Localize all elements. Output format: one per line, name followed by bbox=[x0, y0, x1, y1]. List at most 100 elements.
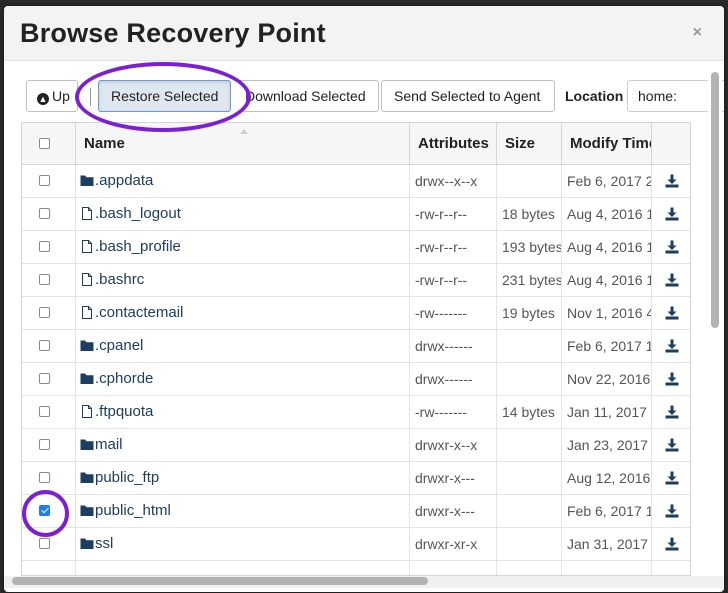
folder-icon bbox=[80, 502, 95, 519]
select-all-checkbox[interactable] bbox=[39, 138, 50, 149]
table-row[interactable]: .ftpquota -rw------- 14 bytes Jan 11, 2017 bbox=[22, 396, 690, 429]
row-checkbox[interactable] bbox=[39, 274, 50, 285]
row-checkbox-cell bbox=[22, 495, 76, 527]
file-name[interactable]: .appdata bbox=[95, 172, 153, 189]
folder-icon bbox=[80, 436, 95, 453]
file-icon bbox=[80, 205, 95, 222]
file-name[interactable]: .bashrc bbox=[95, 271, 144, 288]
toolbar: ▲ Up Restore Selected Download Selected S… bbox=[4, 76, 724, 118]
file-table: Name Attributes Size Modify Time .appdat… bbox=[21, 122, 691, 576]
column-header-download bbox=[652, 123, 690, 164]
row-checkbox-cell bbox=[22, 297, 76, 329]
file-name[interactable]: public_html bbox=[95, 502, 171, 519]
row-checkbox[interactable] bbox=[39, 373, 50, 384]
folder-icon bbox=[80, 535, 95, 552]
size-cell: 19 bytes bbox=[497, 297, 562, 329]
file-name-cell[interactable]: mail bbox=[76, 429, 410, 461]
column-header-size[interactable]: Size bbox=[497, 123, 562, 164]
file-name[interactable]: .bash_profile bbox=[95, 238, 181, 255]
modify-time-cell: Feb 6, 2017 1 bbox=[562, 495, 652, 527]
row-checkbox[interactable] bbox=[39, 340, 50, 351]
file-name-cell[interactable]: .contactemail bbox=[76, 297, 410, 329]
table-row[interactable]: ssl drwxr-xr-x Jan 31, 2017 bbox=[22, 528, 690, 561]
file-name-cell[interactable]: .bash_logout bbox=[76, 198, 410, 230]
row-checkbox[interactable] bbox=[39, 472, 50, 483]
attributes-cell: -rw-r--r-- bbox=[410, 231, 497, 263]
file-icon bbox=[80, 304, 95, 321]
size-cell bbox=[497, 495, 562, 527]
download-cell bbox=[652, 429, 690, 461]
table-header: Name Attributes Size Modify Time bbox=[22, 123, 690, 165]
file-name-cell[interactable]: .cpanel bbox=[76, 330, 410, 362]
up-button[interactable]: ▲ Up bbox=[26, 80, 78, 112]
row-checkbox-cell bbox=[22, 528, 76, 560]
attributes-cell: drwxr-x--x bbox=[410, 429, 497, 461]
column-header-attributes[interactable]: Attributes bbox=[410, 123, 497, 164]
row-checkbox-cell bbox=[22, 396, 76, 428]
table-row[interactable]: .cpanel drwx------ Feb 6, 2017 1 bbox=[22, 330, 690, 363]
row-checkbox-cell bbox=[22, 330, 76, 362]
file-name[interactable]: .bash_logout bbox=[95, 205, 181, 222]
file-name[interactable]: ssl bbox=[95, 535, 113, 552]
modify-time-cell: Aug 4, 2016 1 bbox=[562, 231, 652, 263]
download-cell bbox=[652, 231, 690, 263]
table-row[interactable]: .bash_logout -rw-r--r-- 18 bytes Aug 4, 201… bbox=[22, 198, 690, 231]
row-checkbox[interactable] bbox=[39, 406, 50, 417]
row-checkbox-cell bbox=[22, 462, 76, 494]
vertical-scrollbar-thumb[interactable] bbox=[711, 72, 719, 328]
row-checkbox[interactable] bbox=[39, 505, 50, 516]
table-row[interactable]: public_html drwxr-x--- Feb 6, 2017 1 bbox=[22, 495, 690, 528]
table-row[interactable]: .contactemail -rw------- 19 bytes Nov 1, 20… bbox=[22, 297, 690, 330]
file-name[interactable]: public_ftp bbox=[95, 469, 159, 486]
attributes-cell: -rw-r--r-- bbox=[410, 198, 497, 230]
table-row[interactable]: .cphorde drwx------ Nov 22, 2016 bbox=[22, 363, 690, 396]
row-checkbox[interactable] bbox=[39, 208, 50, 219]
row-checkbox[interactable] bbox=[39, 307, 50, 318]
column-header-modify-time[interactable]: Modify Time bbox=[562, 123, 652, 164]
modify-time-cell: Jan 31, 2017 bbox=[562, 528, 652, 560]
horizontal-scrollbar-thumb[interactable] bbox=[12, 577, 428, 585]
row-checkbox[interactable] bbox=[39, 439, 50, 450]
table-row[interactable]: .bash_profile -rw-r--r-- 193 bytes Aug 4, 2… bbox=[22, 231, 690, 264]
modify-time-cell: Aug 4, 2016 1 bbox=[562, 198, 652, 230]
download-cell bbox=[652, 198, 690, 230]
file-name-cell bbox=[76, 561, 410, 575]
file-name[interactable]: mail bbox=[95, 436, 123, 453]
folder-icon bbox=[80, 469, 95, 486]
file-name-cell[interactable]: .ftpquota bbox=[76, 396, 410, 428]
up-label: Up bbox=[52, 88, 70, 104]
modify-time-cell: Jan 11, 2017 bbox=[562, 396, 652, 428]
file-name[interactable]: .cpanel bbox=[95, 337, 143, 354]
table-row[interactable]: .appdata drwx--x--x Feb 6, 2017 2 bbox=[22, 165, 690, 198]
table-row[interactable]: .bashrc -rw-r--r-- 231 bytes Aug 4, 2016 1 bbox=[22, 264, 690, 297]
file-name-cell[interactable]: public_html bbox=[76, 495, 410, 527]
download-cell bbox=[652, 462, 690, 494]
folder-icon bbox=[80, 337, 95, 354]
file-name-cell[interactable]: .bashrc bbox=[76, 264, 410, 296]
download-selected-button[interactable]: Download Selected bbox=[237, 80, 379, 112]
arrow-up-icon: ▲ bbox=[37, 93, 49, 105]
download-cell bbox=[652, 330, 690, 362]
file-name[interactable]: .contactemail bbox=[95, 304, 183, 321]
table-row[interactable]: mail drwxr-x--x Jan 23, 2017 bbox=[22, 429, 690, 462]
download-cell bbox=[652, 165, 690, 197]
size-cell: 14 bytes bbox=[497, 396, 562, 428]
row-checkbox[interactable] bbox=[39, 241, 50, 252]
toolbar-separator bbox=[90, 88, 91, 106]
table-row[interactable]: public_ftp drwxr-x--- Aug 12, 2016 bbox=[22, 462, 690, 495]
file-name[interactable]: .cphorde bbox=[95, 370, 153, 387]
file-name-cell[interactable]: .appdata bbox=[76, 165, 410, 197]
row-checkbox[interactable] bbox=[39, 175, 50, 186]
row-checkbox[interactable] bbox=[39, 538, 50, 549]
file-name-cell[interactable]: public_ftp bbox=[76, 462, 410, 494]
row-checkbox-cell bbox=[22, 363, 76, 395]
close-button[interactable]: × bbox=[693, 24, 702, 42]
size-cell bbox=[497, 462, 562, 494]
file-icon bbox=[80, 403, 95, 420]
send-to-agent-button[interactable]: Send Selected to Agent bbox=[381, 80, 555, 112]
restore-selected-button[interactable]: Restore Selected bbox=[98, 80, 231, 112]
file-name-cell[interactable]: ssl bbox=[76, 528, 410, 560]
file-name-cell[interactable]: .cphorde bbox=[76, 363, 410, 395]
file-name[interactable]: .ftpquota bbox=[95, 403, 153, 420]
file-name-cell[interactable]: .bash_profile bbox=[76, 231, 410, 263]
